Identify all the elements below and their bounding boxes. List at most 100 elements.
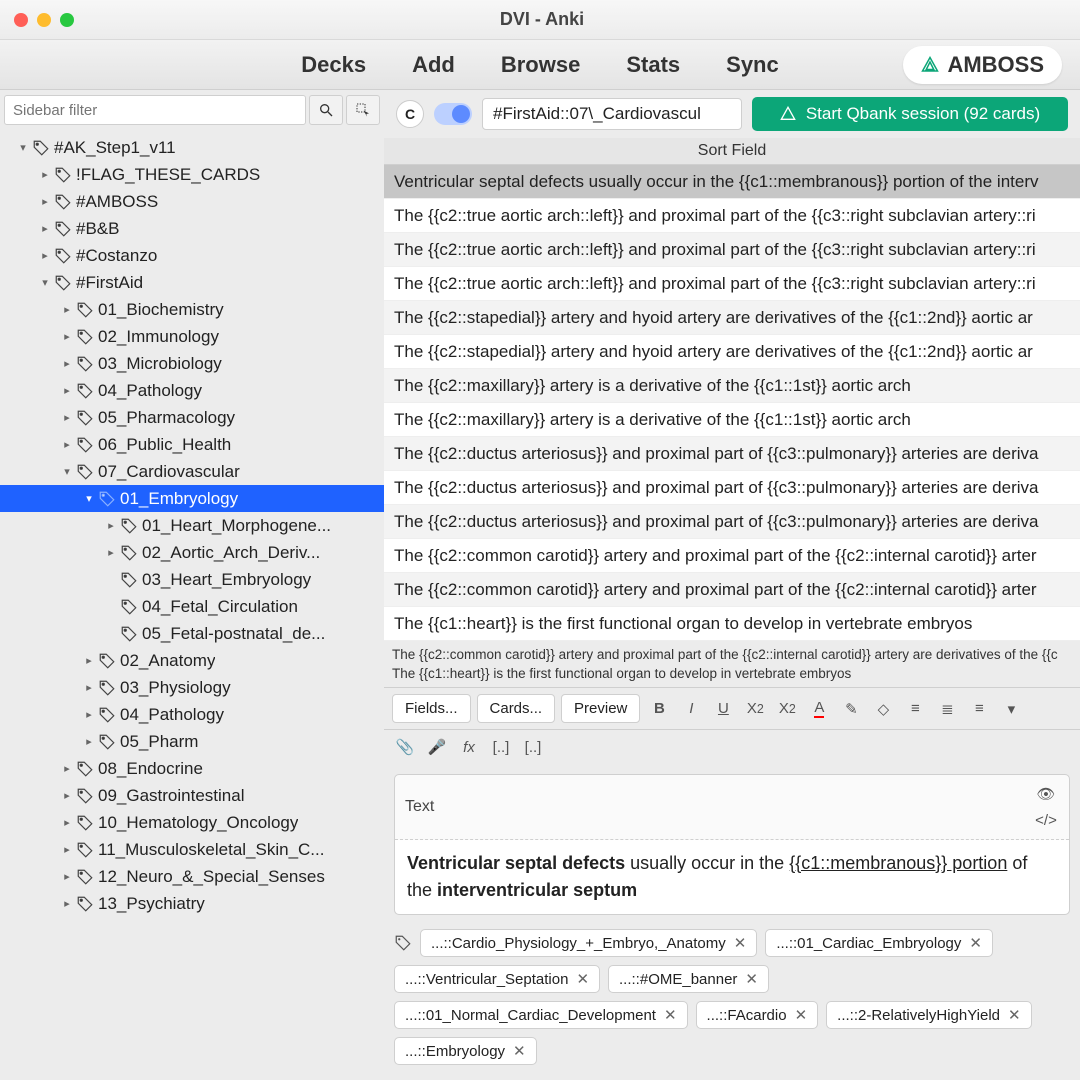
- chevron-icon[interactable]: ▸: [58, 816, 76, 829]
- sort-header[interactable]: Sort Field: [384, 138, 1080, 165]
- tree-row[interactable]: 04_Fetal_Circulation: [0, 593, 384, 620]
- chevron-icon[interactable]: ▸: [58, 843, 76, 856]
- select-mode-icon[interactable]: [346, 95, 380, 125]
- chevron-icon[interactable]: ▸: [36, 195, 54, 208]
- tag-pill[interactable]: ...::01_Cardiac_Embryology✕: [765, 929, 993, 957]
- chevron-icon[interactable]: ▸: [80, 735, 98, 748]
- tree-row[interactable]: ▸05_Pharm: [0, 728, 384, 755]
- fx-icon[interactable]: fx: [456, 734, 482, 760]
- align-icon[interactable]: ≡: [966, 696, 992, 722]
- menu-sync[interactable]: Sync: [726, 52, 779, 78]
- cards-button[interactable]: Cards...: [477, 694, 556, 723]
- tree-row[interactable]: ▸02_Aortic_Arch_Deriv...: [0, 539, 384, 566]
- chevron-icon[interactable]: ▾: [14, 141, 32, 154]
- tag-remove-icon[interactable]: ✕: [513, 1042, 526, 1060]
- text-color-icon[interactable]: A: [806, 696, 832, 722]
- card-row[interactable]: The {{c2::maxillary}} artery is a deriva…: [384, 403, 1080, 437]
- tree-row[interactable]: ▸10_Hematology_Oncology: [0, 809, 384, 836]
- tree-row[interactable]: ▸09_Gastrointestinal: [0, 782, 384, 809]
- list-ul-icon[interactable]: ≡: [902, 696, 928, 722]
- chevron-icon[interactable]: ▾: [36, 276, 54, 289]
- menu-add[interactable]: Add: [412, 52, 455, 78]
- tree-row[interactable]: ▸03_Physiology: [0, 674, 384, 701]
- close-icon[interactable]: [14, 13, 28, 27]
- tree-row[interactable]: ▸02_Anatomy: [0, 647, 384, 674]
- start-qbank-button[interactable]: Start Qbank session (92 cards): [752, 97, 1068, 131]
- subscript-icon[interactable]: X2: [774, 696, 800, 722]
- card-row[interactable]: The {{c1::heart}} is the first functiona…: [384, 607, 1080, 641]
- chevron-icon[interactable]: ▸: [80, 708, 98, 721]
- card-row[interactable]: The {{c2::ductus arteriosus}} and proxim…: [384, 505, 1080, 539]
- italic-icon[interactable]: I: [678, 696, 704, 722]
- chevron-icon[interactable]: ▸: [36, 222, 54, 235]
- attachment-icon[interactable]: 📎: [392, 734, 418, 760]
- chevron-icon[interactable]: ▸: [58, 870, 76, 883]
- tag-pill[interactable]: ...::2-RelativelyHighYield✕: [826, 1001, 1031, 1029]
- fields-button[interactable]: Fields...: [392, 694, 471, 723]
- menu-stats[interactable]: Stats: [626, 52, 680, 78]
- chevron-icon[interactable]: ▸: [58, 897, 76, 910]
- tag-remove-icon[interactable]: ✕: [745, 970, 758, 988]
- mic-icon[interactable]: 🎤: [424, 734, 450, 760]
- chevron-icon[interactable]: ▸: [36, 249, 54, 262]
- tag-remove-icon[interactable]: ✕: [795, 1006, 808, 1024]
- html-icon[interactable]: </>: [1033, 807, 1059, 833]
- preview-button[interactable]: Preview: [561, 694, 640, 723]
- chevron-icon[interactable]: ▸: [58, 438, 76, 451]
- chevron-icon[interactable]: ▸: [102, 519, 120, 532]
- card-row[interactable]: The {{c2::common carotid}} artery and pr…: [384, 539, 1080, 573]
- superscript-icon[interactable]: X2: [742, 696, 768, 722]
- sidebar-filter-input[interactable]: [4, 95, 306, 125]
- chevron-icon[interactable]: ▸: [58, 762, 76, 775]
- card-row[interactable]: The {{c2::stapedial}} artery and hyoid a…: [384, 301, 1080, 335]
- more-icon[interactable]: ▾: [998, 696, 1024, 722]
- card-row[interactable]: The {{c2::common carotid}} artery and pr…: [384, 573, 1080, 607]
- tree-row[interactable]: ▸#B&B: [0, 215, 384, 242]
- cloze-same-icon[interactable]: [..]: [520, 734, 546, 760]
- tree-row[interactable]: ▸01_Heart_Morphogene...: [0, 512, 384, 539]
- tag-remove-icon[interactable]: ✕: [1008, 1006, 1021, 1024]
- tree-row[interactable]: ▸05_Pharmacology: [0, 404, 384, 431]
- chevron-icon[interactable]: ▸: [58, 384, 76, 397]
- tree-row[interactable]: ▸11_Musculoskeletal_Skin_C...: [0, 836, 384, 863]
- menu-decks[interactable]: Decks: [301, 52, 366, 78]
- tree-row[interactable]: ▸06_Public_Health: [0, 431, 384, 458]
- tree-row[interactable]: ▸08_Endocrine: [0, 755, 384, 782]
- chevron-icon[interactable]: ▸: [80, 654, 98, 667]
- tag-remove-icon[interactable]: ✕: [664, 1006, 677, 1024]
- eraser-icon[interactable]: ◇: [870, 696, 896, 722]
- tag-remove-icon[interactable]: ✕: [969, 934, 982, 952]
- tag-remove-icon[interactable]: ✕: [734, 934, 747, 952]
- tag-pill[interactable]: ...::Ventricular_Septation✕: [394, 965, 600, 993]
- card-row[interactable]: The {{c2::ductus arteriosus}} and proxim…: [384, 471, 1080, 505]
- chevron-icon[interactable]: ▸: [58, 357, 76, 370]
- tree-row[interactable]: ▸!FLAG_THESE_CARDS: [0, 161, 384, 188]
- card-row[interactable]: Ventricular septal defects usually occur…: [384, 165, 1080, 199]
- menu-browse[interactable]: Browse: [501, 52, 580, 78]
- card-row[interactable]: The {{c2::true aortic arch::left}} and p…: [384, 199, 1080, 233]
- tree-row[interactable]: ▸#Costanzo: [0, 242, 384, 269]
- tree-row[interactable]: ▸02_Immunology: [0, 323, 384, 350]
- maximize-icon[interactable]: [60, 13, 74, 27]
- tag-pill[interactable]: ...::Embryology✕: [394, 1037, 537, 1065]
- tree-row[interactable]: ▸13_Psychiatry: [0, 890, 384, 917]
- chevron-icon[interactable]: ▸: [102, 546, 120, 559]
- tree-row[interactable]: ▸04_Pathology: [0, 701, 384, 728]
- tree-row[interactable]: ▾#AK_Step1_v11: [0, 134, 384, 161]
- tag-pill[interactable]: ...::FAcardio✕: [696, 1001, 819, 1029]
- tag-pill[interactable]: ...::Cardio_Physiology_+_Embryo,_Anatomy…: [420, 929, 757, 957]
- card-row[interactable]: The {{c2::true aortic arch::left}} and p…: [384, 267, 1080, 301]
- card-row[interactable]: The {{c2::ductus arteriosus}} and proxim…: [384, 437, 1080, 471]
- tree-row[interactable]: ▸12_Neuro_&_Special_Senses: [0, 863, 384, 890]
- chevron-icon[interactable]: ▸: [58, 330, 76, 343]
- chevron-icon[interactable]: ▸: [80, 681, 98, 694]
- card-row[interactable]: The {{c2::stapedial}} artery and hyoid a…: [384, 335, 1080, 369]
- tag-remove-icon[interactable]: ✕: [576, 970, 589, 988]
- card-row[interactable]: The {{c2::true aortic arch::left}} and p…: [384, 233, 1080, 267]
- eye-icon[interactable]: 👁: [1033, 781, 1059, 807]
- cloze-icon[interactable]: [..]: [488, 734, 514, 760]
- tree-row[interactable]: ▾#FirstAid: [0, 269, 384, 296]
- chevron-icon[interactable]: ▾: [58, 465, 76, 478]
- tree-row[interactable]: ▾07_Cardiovascular: [0, 458, 384, 485]
- underline-icon[interactable]: U: [710, 696, 736, 722]
